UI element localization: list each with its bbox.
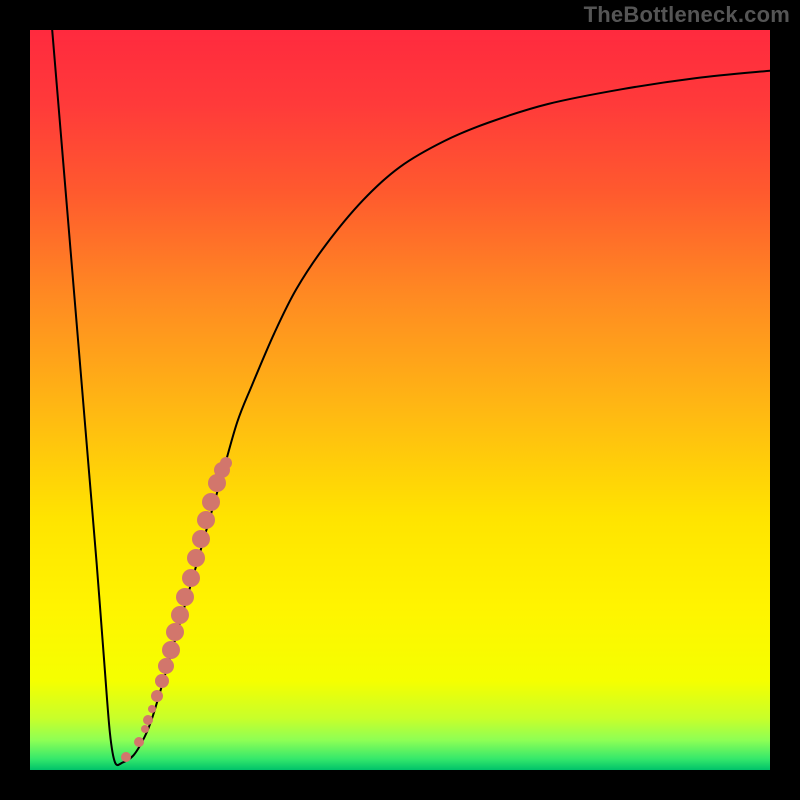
data-marker [143, 715, 153, 725]
data-marker [134, 737, 144, 747]
data-marker [202, 493, 220, 511]
attribution-text: TheBottleneck.com [584, 2, 790, 28]
data-marker [182, 569, 200, 587]
markers-layer [30, 30, 770, 770]
data-marker [158, 658, 174, 674]
data-marker [197, 511, 215, 529]
data-marker [220, 457, 232, 469]
chart-stage: TheBottleneck.com [0, 0, 800, 800]
data-marker [162, 641, 180, 659]
data-marker [155, 674, 169, 688]
data-marker [148, 705, 156, 713]
data-marker [192, 530, 210, 548]
data-marker [141, 725, 149, 733]
data-marker [176, 588, 194, 606]
data-marker [121, 752, 131, 762]
data-marker [166, 623, 184, 641]
data-marker [151, 690, 163, 702]
data-marker [187, 549, 205, 567]
data-marker [171, 606, 189, 624]
plot-area [30, 30, 770, 770]
